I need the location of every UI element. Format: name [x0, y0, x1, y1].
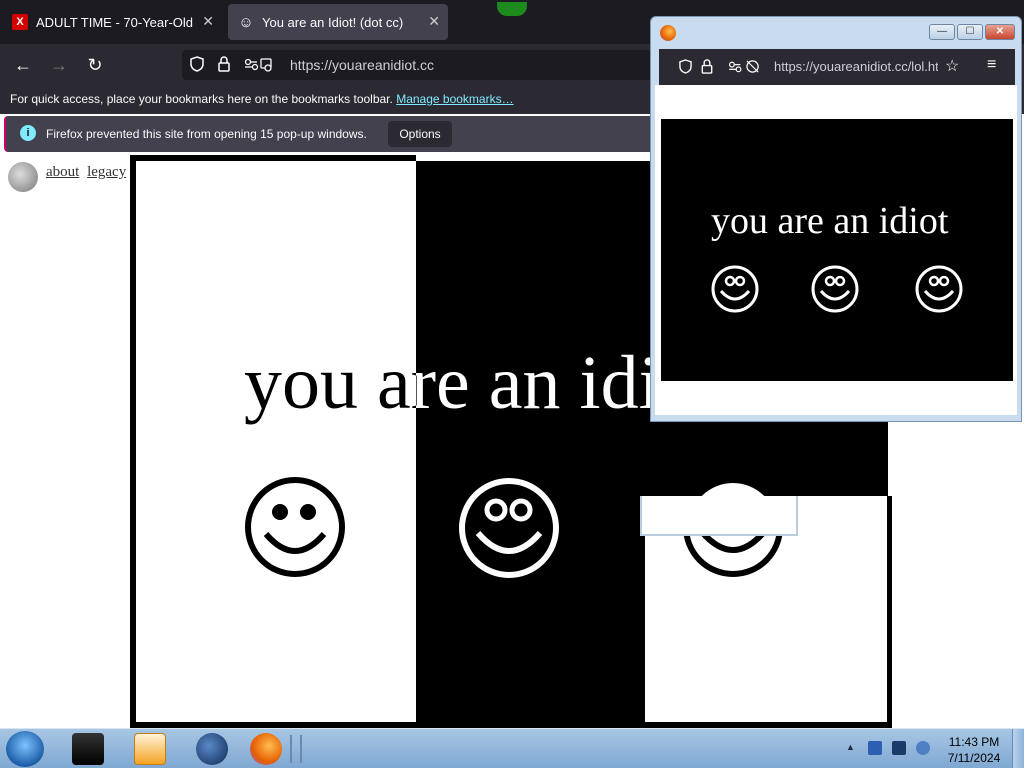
lock-icon[interactable] — [701, 59, 713, 77]
minimize-button[interactable]: — — [929, 24, 955, 40]
window-artifact — [497, 2, 527, 16]
permissions-icon[interactable] — [727, 59, 765, 77]
firefox-taskbar-icon[interactable] — [250, 733, 282, 765]
shield-icon[interactable] — [190, 56, 204, 75]
stacked-windows-indicator — [290, 735, 302, 763]
options-button[interactable]: Options — [388, 121, 452, 147]
popup-content: you are an idiot — [655, 85, 1017, 415]
headline-black: you are an idiot — [244, 341, 416, 425]
popup-window-white-left — [130, 155, 418, 728]
smiley-icon — [711, 265, 759, 313]
shield-icon[interactable] — [679, 59, 692, 77]
taskbar: ▲ 11:43 PM 7/11/2024 — [0, 728, 1024, 768]
popup-headline: you are an idiot — [711, 200, 949, 242]
tab-you-are-an-idiot[interactable]: ☺ You are an Idiot! (dot cc) ✕ — [228, 4, 448, 40]
window-fragment — [640, 496, 798, 536]
clock[interactable]: 11:43 PM 7/11/2024 — [944, 734, 1004, 766]
info-icon: i — [20, 125, 36, 141]
reload-button[interactable]: ↻ — [82, 52, 108, 78]
manage-bookmarks-link[interactable]: Manage bookmarks… — [396, 92, 513, 106]
close-tab-icon[interactable]: ✕ — [428, 13, 440, 30]
network-icon[interactable] — [892, 741, 906, 755]
tab-title: You are an Idiot! (dot cc) — [262, 14, 404, 30]
popup-nav-bar: https://youareanidiot.cc/lol.html ☆ ≡ — [659, 49, 1015, 85]
smiley-icon — [459, 478, 559, 578]
clock-time: 11:43 PM — [948, 735, 1000, 749]
volume-icon[interactable] — [916, 741, 930, 755]
notification-message: Firefox prevented this site from opening… — [46, 127, 367, 141]
show-desktop-button[interactable] — [1012, 729, 1024, 768]
media-center-icon[interactable] — [72, 733, 104, 765]
tray-expand-icon[interactable]: ▲ — [846, 742, 855, 752]
bookmark-star-icon[interactable]: ☆ — [945, 56, 959, 76]
forward-button[interactable]: → — [46, 52, 72, 78]
close-tab-icon[interactable]: ✕ — [202, 13, 214, 30]
url-bar[interactable]: https://youareanidiot.cc — [182, 50, 662, 80]
action-center-icon[interactable] — [868, 741, 882, 755]
clock-date: 7/11/2024 — [947, 751, 1001, 765]
tab-adult-time[interactable]: X ADULT TIME - 70-Year-Old GIL ✕ — [2, 4, 222, 40]
menu-icon[interactable]: ≡ — [987, 56, 996, 74]
about-link[interactable]: about — [46, 164, 79, 180]
maximize-button[interactable]: ☐ — [957, 24, 983, 40]
tab-title: ADULT TIME - 70-Year-Old GIL — [36, 14, 196, 30]
start-button[interactable] — [6, 731, 44, 767]
popup-black-panel: you are an idiot — [661, 119, 1013, 381]
bookmarks-hint: For quick access, place your bookmarks h… — [10, 92, 393, 106]
media-player-icon[interactable] — [134, 733, 166, 765]
smiley-icon — [811, 265, 859, 313]
url-text: https://youareanidiot.cc — [290, 57, 434, 73]
globe-icon[interactable] — [196, 733, 228, 765]
popup-url-text: https://youareanidiot.cc/lol.html — [774, 59, 938, 74]
adult-time-favicon-icon: X — [12, 14, 28, 30]
legacy-link[interactable]: legacy — [87, 164, 126, 180]
headline-white: you are an idiot — [416, 341, 652, 425]
permissions-icon[interactable] — [244, 56, 274, 75]
close-button[interactable]: ✕ — [985, 24, 1015, 40]
speaker-icon[interactable] — [8, 162, 38, 192]
smiley-icon — [245, 477, 345, 577]
smiley-favicon-icon: ☺ — [238, 13, 254, 31]
firefox-icon — [660, 25, 676, 41]
lock-icon[interactable] — [218, 56, 230, 75]
smiley-icon — [915, 265, 963, 313]
popup-window[interactable]: — ☐ ✕ https://youareanidiot.cc/lol.html … — [650, 16, 1022, 422]
back-button[interactable]: ← — [10, 52, 36, 78]
